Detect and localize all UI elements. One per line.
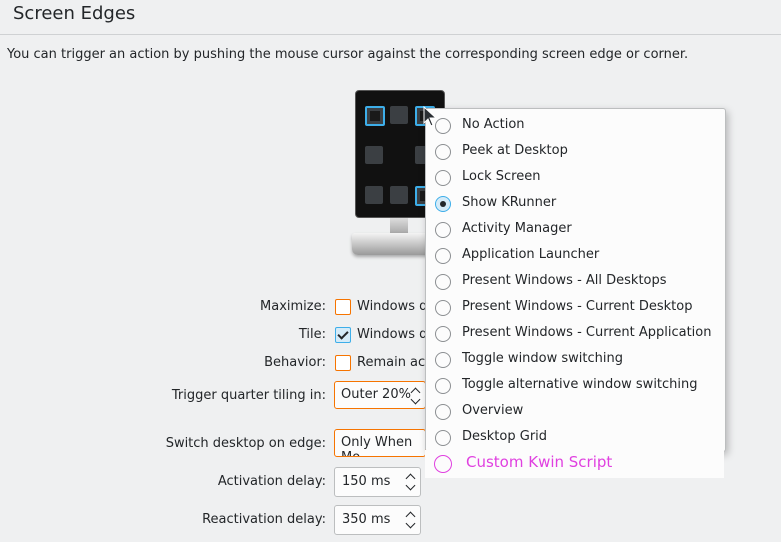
quarter-tiling-label: Trigger quarter tiling in: <box>171 388 326 403</box>
reactivation-delay-label: Reactivation delay: <box>202 512 326 527</box>
edge-top-left[interactable] <box>365 106 385 126</box>
menu-item-label: Present Windows - All Desktops <box>462 273 667 288</box>
page-title: Screen Edges <box>13 3 136 24</box>
behavior-label: Behavior: <box>264 355 326 370</box>
behavior-checkbox[interactable] <box>335 355 351 371</box>
menu-item-activity-manager[interactable]: Activity Manager <box>426 217 725 243</box>
radio-icon <box>435 352 451 368</box>
page-description: You can trigger an action by pushing the… <box>7 47 689 62</box>
spin-arrows-icon[interactable] <box>405 472 416 492</box>
menu-item-toggle-window-switching[interactable]: Toggle window switching <box>426 347 725 373</box>
edge-bottom-left[interactable] <box>365 186 383 204</box>
radio-selected-icon <box>435 196 451 212</box>
tile-checkbox[interactable] <box>335 327 351 343</box>
menu-item-label: Desktop Grid <box>462 429 548 444</box>
radio-icon <box>435 300 451 316</box>
switch-desktop-value: Only When Mo <box>341 435 413 456</box>
spin-arrows-icon[interactable] <box>405 510 416 530</box>
menu-item-peek-at-desktop[interactable]: Peek at Desktop <box>426 139 725 165</box>
action-popup-menu: No Action Peek at Desktop Lock Screen Sh… <box>425 108 726 452</box>
radio-icon <box>434 455 452 473</box>
menu-item-label: Lock Screen <box>462 169 541 184</box>
menu-item-custom-kwin-script[interactable]: Custom Kwin Script <box>425 450 724 478</box>
edge-bottom[interactable] <box>390 186 408 204</box>
menu-item-label: Present Windows - Current Application <box>462 325 712 340</box>
edge-left[interactable] <box>365 146 383 164</box>
activation-delay-spinbox[interactable]: 150 ms <box>334 467 421 497</box>
radio-icon <box>435 326 451 342</box>
radio-icon <box>435 274 451 290</box>
menu-item-application-launcher[interactable]: Application Launcher <box>426 243 725 269</box>
menu-item-present-windows-current-desktop[interactable]: Present Windows - Current Desktop <box>426 295 725 321</box>
menu-item-no-action[interactable]: No Action <box>426 113 725 139</box>
tile-text: Windows d <box>357 327 428 342</box>
radio-icon <box>435 170 451 186</box>
menu-item-label: Show KRunner <box>462 195 557 210</box>
activation-delay-label: Activation delay: <box>217 474 326 489</box>
menu-item-desktop-grid[interactable]: Desktop Grid <box>426 425 725 451</box>
menu-item-show-krunner[interactable]: Show KRunner <box>426 191 725 217</box>
quarter-tiling-value: Outer 20% <box>341 387 411 402</box>
menu-item-present-windows-current-app[interactable]: Present Windows - Current Application <box>426 321 725 347</box>
page-header: Screen Edges <box>0 0 781 35</box>
menu-item-label: Present Windows - Current Desktop <box>462 299 693 314</box>
reactivation-delay-spinbox[interactable]: 350 ms <box>334 505 421 535</box>
menu-item-label: No Action <box>462 117 525 132</box>
switch-desktop-label: Switch desktop on edge: <box>165 436 326 451</box>
spin-arrows-icon[interactable] <box>410 386 421 406</box>
menu-item-label: Overview <box>462 403 524 418</box>
menu-item-overview[interactable]: Overview <box>426 399 725 425</box>
edge-top[interactable] <box>390 106 408 124</box>
menu-item-label: Activity Manager <box>462 221 572 236</box>
menu-item-label: Toggle alternative window switching <box>462 377 698 392</box>
reactivation-delay-value: 350 ms <box>342 512 391 527</box>
maximize-label: Maximize: <box>260 299 326 314</box>
switch-desktop-combo[interactable]: Only When Mo <box>334 429 426 457</box>
menu-item-label: Toggle window switching <box>462 351 623 366</box>
tile-label: Tile: <box>298 327 326 342</box>
maximize-text: Windows d <box>357 299 428 314</box>
menu-item-label: Peek at Desktop <box>462 143 568 158</box>
activation-delay-value: 150 ms <box>342 474 391 489</box>
radio-icon <box>435 378 451 394</box>
radio-icon <box>435 404 451 420</box>
radio-icon <box>435 222 451 238</box>
menu-item-toggle-alt-window-switching[interactable]: Toggle alternative window switching <box>426 373 725 399</box>
menu-item-present-windows-all[interactable]: Present Windows - All Desktops <box>426 269 725 295</box>
radio-icon <box>435 144 451 160</box>
maximize-checkbox[interactable] <box>335 299 351 315</box>
menu-item-label: Custom Kwin Script <box>466 453 613 471</box>
menu-item-lock-screen[interactable]: Lock Screen <box>426 165 725 191</box>
menu-item-label: Application Launcher <box>462 247 600 262</box>
radio-icon <box>435 248 451 264</box>
quarter-tiling-spinbox[interactable]: Outer 20% <box>334 381 426 409</box>
radio-icon <box>435 430 451 446</box>
behavior-text: Remain act <box>357 355 431 370</box>
mouse-cursor-icon <box>423 106 438 127</box>
